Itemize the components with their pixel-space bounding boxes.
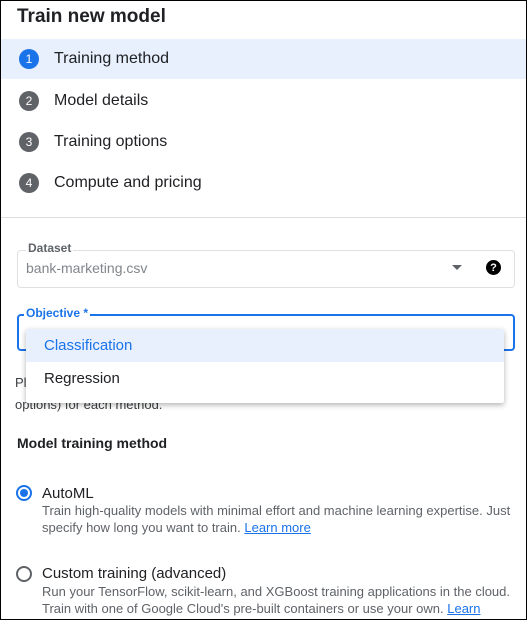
dataset-value: bank-marketing.csv — [26, 260, 148, 276]
objective-dropdown-menu: Classification Regression — [26, 329, 504, 403]
section-title: Model training method — [17, 435, 168, 451]
step-training-method[interactable]: 1 Training method — [1, 39, 526, 79]
step-compute-pricing[interactable]: 4 Compute and pricing — [1, 163, 526, 203]
automl-learn-more-link[interactable]: Learn more — [244, 520, 310, 535]
automl-label: AutoML — [42, 485, 94, 502]
page-title: Train new model — [17, 6, 166, 27]
step-number: 3 — [19, 132, 39, 152]
custom-desc-text: Run your TensorFlow, scikit-learn, and X… — [42, 584, 511, 616]
custom-training-description: Run your TensorFlow, scikit-learn, and X… — [42, 583, 512, 619]
step-label: Compute and pricing — [54, 174, 202, 191]
step-label: Training method — [54, 50, 170, 67]
train-model-panel: Train new model 1 Training method 2 Mode… — [0, 0, 527, 620]
step-label: Model details — [54, 92, 149, 109]
custom-training-label: Custom training (advanced) — [42, 565, 227, 582]
step-number: 2 — [19, 91, 39, 111]
step-number: 4 — [19, 173, 39, 193]
divider — [1, 217, 526, 218]
step-model-details[interactable]: 2 Model details — [1, 81, 526, 121]
step-training-options[interactable]: 3 Training options — [1, 122, 526, 162]
menu-item-classification[interactable]: Classification — [26, 329, 504, 362]
custom-training-radio[interactable] — [16, 566, 32, 582]
help-icon[interactable]: ? — [486, 260, 501, 275]
automl-description: Train high-quality models with minimal e… — [42, 502, 512, 536]
step-label: Training options — [54, 133, 168, 150]
dataset-label: Dataset — [26, 241, 74, 255]
objective-label: Objective * — [24, 306, 91, 320]
chevron-down-icon[interactable] — [452, 265, 462, 270]
menu-item-regression[interactable]: Regression — [26, 362, 504, 395]
step-number: 1 — [19, 49, 39, 69]
description-text-partial: Pl — [15, 375, 27, 390]
automl-radio[interactable] — [16, 485, 32, 501]
